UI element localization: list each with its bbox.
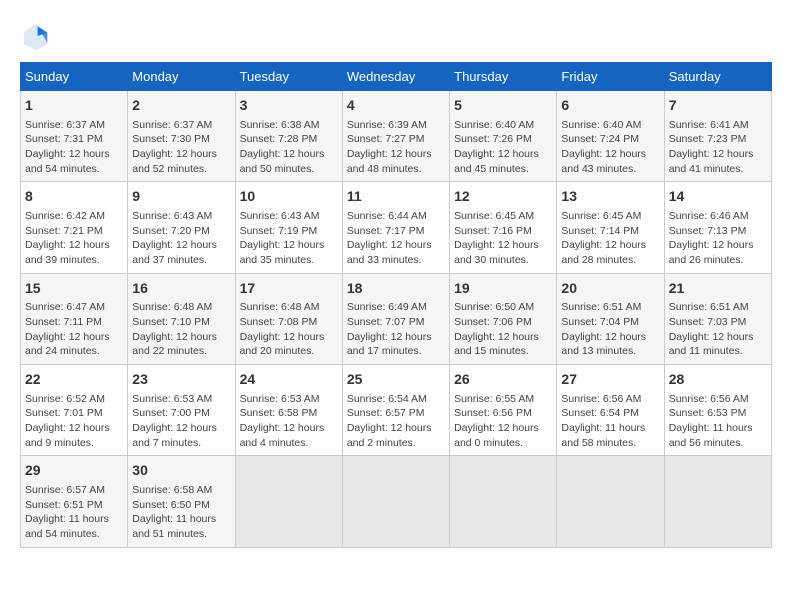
calendar-table: SundayMondayTuesdayWednesdayThursdayFrid… [20, 62, 772, 548]
calendar-day-empty [664, 456, 771, 547]
calendar-day-11: 11Sunrise: 6:44 AMSunset: 7:17 PMDayligh… [342, 182, 449, 273]
calendar-day-18: 18Sunrise: 6:49 AMSunset: 7:07 PMDayligh… [342, 273, 449, 364]
calendar-day-empty [235, 456, 342, 547]
calendar-day-17: 17Sunrise: 6:48 AMSunset: 7:08 PMDayligh… [235, 273, 342, 364]
calendar-day-empty [557, 456, 664, 547]
column-header-thursday: Thursday [450, 63, 557, 91]
calendar-day-12: 12Sunrise: 6:45 AMSunset: 7:16 PMDayligh… [450, 182, 557, 273]
calendar-day-3: 3Sunrise: 6:38 AMSunset: 7:28 PMDaylight… [235, 91, 342, 182]
calendar-day-empty [342, 456, 449, 547]
calendar-day-26: 26Sunrise: 6:55 AMSunset: 6:56 PMDayligh… [450, 365, 557, 456]
calendar-day-16: 16Sunrise: 6:48 AMSunset: 7:10 PMDayligh… [128, 273, 235, 364]
calendar-week-1: 1Sunrise: 6:37 AMSunset: 7:31 PMDaylight… [21, 91, 772, 182]
column-header-monday: Monday [128, 63, 235, 91]
calendar-day-19: 19Sunrise: 6:50 AMSunset: 7:06 PMDayligh… [450, 273, 557, 364]
calendar-week-4: 22Sunrise: 6:52 AMSunset: 7:01 PMDayligh… [21, 365, 772, 456]
calendar-day-30: 30Sunrise: 6:58 AMSunset: 6:50 PMDayligh… [128, 456, 235, 547]
page-header [20, 20, 772, 52]
calendar-week-2: 8Sunrise: 6:42 AMSunset: 7:21 PMDaylight… [21, 182, 772, 273]
calendar-day-4: 4Sunrise: 6:39 AMSunset: 7:27 PMDaylight… [342, 91, 449, 182]
calendar-day-10: 10Sunrise: 6:43 AMSunset: 7:19 PMDayligh… [235, 182, 342, 273]
calendar-day-22: 22Sunrise: 6:52 AMSunset: 7:01 PMDayligh… [21, 365, 128, 456]
calendar-day-23: 23Sunrise: 6:53 AMSunset: 7:00 PMDayligh… [128, 365, 235, 456]
column-header-sunday: Sunday [21, 63, 128, 91]
logo [20, 20, 56, 52]
calendar-day-27: 27Sunrise: 6:56 AMSunset: 6:54 PMDayligh… [557, 365, 664, 456]
calendar-day-21: 21Sunrise: 6:51 AMSunset: 7:03 PMDayligh… [664, 273, 771, 364]
calendar-day-25: 25Sunrise: 6:54 AMSunset: 6:57 PMDayligh… [342, 365, 449, 456]
calendar-day-29: 29Sunrise: 6:57 AMSunset: 6:51 PMDayligh… [21, 456, 128, 547]
calendar-day-7: 7Sunrise: 6:41 AMSunset: 7:23 PMDaylight… [664, 91, 771, 182]
calendar-day-15: 15Sunrise: 6:47 AMSunset: 7:11 PMDayligh… [21, 273, 128, 364]
calendar-day-20: 20Sunrise: 6:51 AMSunset: 7:04 PMDayligh… [557, 273, 664, 364]
calendar-day-8: 8Sunrise: 6:42 AMSunset: 7:21 PMDaylight… [21, 182, 128, 273]
calendar-header-row: SundayMondayTuesdayWednesdayThursdayFrid… [21, 63, 772, 91]
calendar-day-28: 28Sunrise: 6:56 AMSunset: 6:53 PMDayligh… [664, 365, 771, 456]
calendar-day-2: 2Sunrise: 6:37 AMSunset: 7:30 PMDaylight… [128, 91, 235, 182]
calendar-day-5: 5Sunrise: 6:40 AMSunset: 7:26 PMDaylight… [450, 91, 557, 182]
calendar-week-5: 29Sunrise: 6:57 AMSunset: 6:51 PMDayligh… [21, 456, 772, 547]
calendar-day-empty [450, 456, 557, 547]
calendar-day-13: 13Sunrise: 6:45 AMSunset: 7:14 PMDayligh… [557, 182, 664, 273]
column-header-friday: Friday [557, 63, 664, 91]
calendar-day-14: 14Sunrise: 6:46 AMSunset: 7:13 PMDayligh… [664, 182, 771, 273]
calendar-day-24: 24Sunrise: 6:53 AMSunset: 6:58 PMDayligh… [235, 365, 342, 456]
column-header-tuesday: Tuesday [235, 63, 342, 91]
column-header-wednesday: Wednesday [342, 63, 449, 91]
logo-icon [20, 20, 52, 52]
calendar-day-9: 9Sunrise: 6:43 AMSunset: 7:20 PMDaylight… [128, 182, 235, 273]
calendar-day-1: 1Sunrise: 6:37 AMSunset: 7:31 PMDaylight… [21, 91, 128, 182]
calendar-week-3: 15Sunrise: 6:47 AMSunset: 7:11 PMDayligh… [21, 273, 772, 364]
column-header-saturday: Saturday [664, 63, 771, 91]
calendar-day-6: 6Sunrise: 6:40 AMSunset: 7:24 PMDaylight… [557, 91, 664, 182]
